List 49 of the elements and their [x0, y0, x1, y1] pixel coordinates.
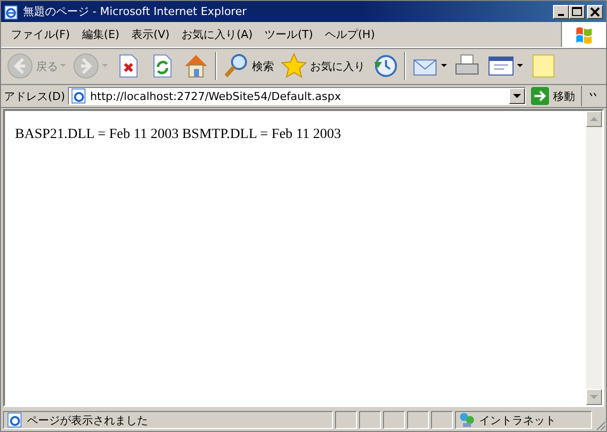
up-arrow-icon	[590, 116, 598, 122]
dropdown-caret-icon	[60, 64, 66, 68]
down-arrow-icon	[590, 394, 598, 400]
window-title: 無題のページ - Microsoft Internet Explorer	[23, 4, 248, 19]
zone-text: イントラネット	[479, 412, 556, 428]
toolbar-label: 戻る	[36, 58, 58, 74]
toolbar-label: 検索	[252, 58, 274, 74]
status-panel	[431, 411, 453, 429]
menu-item[interactable]: ファイル(F)	[5, 27, 76, 42]
close-icon	[590, 6, 600, 16]
menu-item[interactable]: ヘルプ(H)	[319, 27, 381, 42]
address-label: アドレス(D)	[4, 88, 66, 104]
status-panel	[383, 411, 405, 429]
history-icon	[371, 52, 399, 80]
menu-item[interactable]: 表示(V)	[125, 27, 176, 42]
menu-item[interactable]: ツール(T)	[258, 27, 319, 42]
address-field[interactable]: http://localhost:2727/WebSite54/Default.aspx	[68, 87, 526, 105]
scroll-down-button[interactable]	[586, 389, 602, 405]
status-text: ページが表示されました	[27, 412, 148, 428]
dropdown-caret-icon	[441, 64, 447, 68]
maximize-button[interactable]	[569, 4, 585, 18]
close-button[interactable]	[587, 4, 603, 18]
scroll-up-button[interactable]	[586, 111, 602, 127]
vertical-scrollbar[interactable]	[586, 111, 602, 405]
search-icon	[222, 52, 250, 80]
dropdown-caret-icon	[517, 64, 523, 68]
minimize-icon	[558, 14, 564, 16]
go-button[interactable]: 移動	[529, 86, 582, 106]
dropdown-caret-icon	[102, 64, 108, 68]
url-text: http://localhost:2727/WebSite54/Default.aspx	[90, 90, 342, 102]
browser-icon	[4, 4, 20, 20]
status-panel	[335, 411, 357, 429]
menu-item[interactable]: 編集(E)	[76, 27, 126, 42]
menu-item[interactable]: お気に入り(A)	[176, 27, 259, 42]
dropdown-button[interactable]	[509, 88, 525, 104]
page-icon	[7, 412, 23, 428]
page-text: BASP21.DLL = Feb 11 2003 BSMTP.DLL = Feb 11 2003	[15, 127, 342, 143]
star-icon	[280, 52, 308, 80]
right-arrow-icon	[531, 87, 549, 105]
status-panel	[359, 411, 381, 429]
page-icon	[71, 88, 88, 104]
maximize-icon	[572, 6, 582, 16]
caret-icon	[513, 94, 521, 98]
toolbar-button[interactable]: お気に入り	[279, 50, 366, 82]
minimize-button[interactable]	[553, 4, 569, 18]
toolbar-button[interactable]: 検索	[221, 50, 275, 82]
status-panel	[407, 411, 429, 429]
toolbar-label: お気に入り	[310, 58, 365, 74]
network-icon	[459, 412, 475, 428]
